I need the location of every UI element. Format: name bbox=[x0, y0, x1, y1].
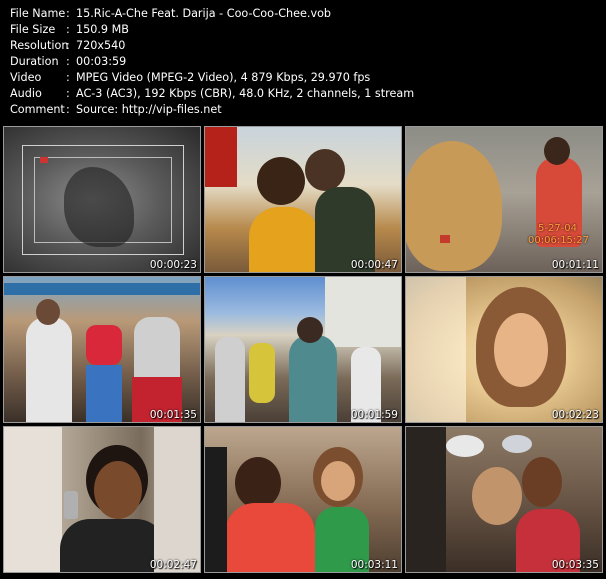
info-separator: : bbox=[66, 87, 70, 100]
info-value: 00:03:59 bbox=[76, 55, 127, 68]
info-separator: : bbox=[66, 103, 70, 116]
thumbnail-9[interactable]: 00:03:35 bbox=[405, 426, 603, 573]
thumbnail-3[interactable]: 5-27-04 00:06:15:27 00:01:11 bbox=[405, 126, 603, 273]
timestamp: 00:00:23 bbox=[149, 259, 197, 271]
info-row-duration: Duration : 00:03:59 bbox=[0, 54, 606, 70]
file-info-panel: File Name : 15.Ric-A-Che Feat. Darija - … bbox=[0, 0, 606, 123]
thumbnail-1[interactable]: 00:00:23 bbox=[3, 126, 201, 273]
info-row-comment: Comment : Source: http://vip-files.net bbox=[0, 102, 606, 118]
timestamp: 00:01:59 bbox=[350, 409, 398, 421]
info-value: AC-3 (AC3), 192 Kbps (CBR), 48.0 KHz, 2 … bbox=[76, 87, 415, 100]
info-row-file-name: File Name : 15.Ric-A-Che Feat. Darija - … bbox=[0, 6, 606, 22]
thumbnail-7[interactable]: 00:02:47 bbox=[3, 426, 201, 573]
info-value: Source: http://vip-files.net bbox=[76, 103, 222, 116]
info-value: MPEG Video (MPEG-2 Video), 4 879 Kbps, 2… bbox=[76, 71, 371, 84]
timestamp: 00:02:23 bbox=[551, 409, 599, 421]
info-label: Audio bbox=[10, 87, 42, 100]
info-label: Duration bbox=[10, 55, 59, 68]
info-label: Comment bbox=[10, 103, 65, 116]
info-separator: : bbox=[66, 55, 70, 68]
timestamp: 00:02:47 bbox=[149, 559, 197, 571]
info-value: 720x540 bbox=[76, 39, 126, 52]
timestamp: 00:03:11 bbox=[350, 559, 398, 571]
info-row-audio: Audio : AC-3 (AC3), 192 Kbps (CBR), 48.0… bbox=[0, 86, 606, 102]
info-separator: : bbox=[66, 23, 70, 36]
info-label: File Size bbox=[10, 23, 56, 36]
timestamp: 00:01:11 bbox=[551, 259, 599, 271]
overlay-date: 5-27-04 bbox=[538, 223, 578, 234]
thumbnail-6[interactable]: 00:02:23 bbox=[405, 276, 603, 423]
info-separator: : bbox=[66, 71, 70, 84]
info-separator: : bbox=[66, 39, 70, 52]
info-row-resolution: Resolution : 720x540 bbox=[0, 38, 606, 54]
info-label: File Name bbox=[10, 7, 66, 20]
info-row-file-size: File Size : 150.9 MB bbox=[0, 22, 606, 38]
info-separator: : bbox=[66, 7, 70, 20]
thumbnail-grid: 00:00:23 00:00:47 5-27-04 00:06:15:27 00… bbox=[0, 124, 606, 579]
thumbnail-4[interactable]: 00:01:35 bbox=[3, 276, 201, 423]
timestamp: 00:00:47 bbox=[350, 259, 398, 271]
overlay-clock: 00:06:15:27 bbox=[528, 235, 590, 246]
thumbnail-2[interactable]: 00:00:47 bbox=[204, 126, 402, 273]
thumbnail-8[interactable]: 00:03:11 bbox=[204, 426, 402, 573]
info-value: 15.Ric-A-Che Feat. Darija - Coo-Coo-Chee… bbox=[76, 7, 332, 20]
info-value: 150.9 MB bbox=[76, 23, 129, 36]
info-row-video: Video : MPEG Video (MPEG-2 Video), 4 879… bbox=[0, 70, 606, 86]
info-label: Resolution bbox=[10, 39, 69, 52]
thumbnail-5[interactable]: 00:01:59 bbox=[204, 276, 402, 423]
timestamp: 00:01:35 bbox=[149, 409, 197, 421]
timestamp: 00:03:35 bbox=[551, 559, 599, 571]
info-label: Video bbox=[10, 71, 42, 84]
